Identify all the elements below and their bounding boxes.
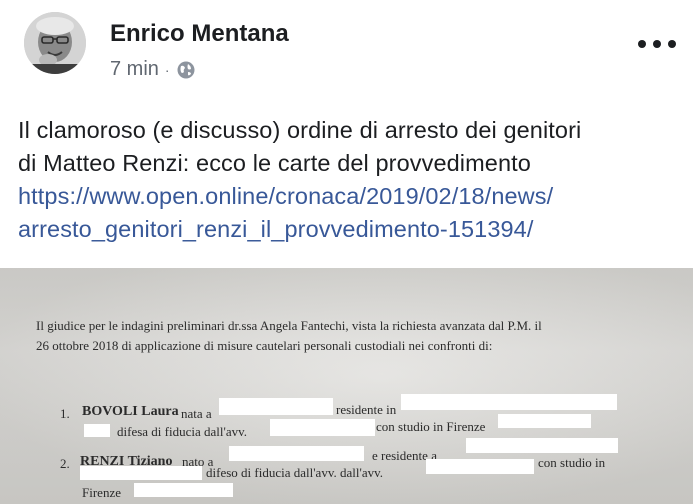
document-text: 1.	[60, 406, 70, 421]
post-text-line: di Matteo Renzi: ecco le carte del provv…	[18, 150, 531, 176]
attached-photo[interactable]: Il giudice per le indagini preliminari d…	[0, 268, 693, 504]
document-text: 2.	[60, 456, 70, 471]
document-text: Firenze	[82, 485, 121, 500]
document-text: con studio in Firenze	[376, 419, 486, 434]
more-options-icon[interactable]	[638, 30, 676, 58]
document-text: difesa di fiducia dall'avv.	[117, 424, 248, 439]
profile-photo-icon	[24, 12, 86, 74]
redaction-box	[80, 466, 202, 480]
post-link[interactable]: https://www.open.online/cronaca/2019/02/…	[18, 180, 688, 213]
post-link[interactable]: arresto_genitori_renzi_il_provvedimento-…	[18, 213, 688, 246]
redaction-box	[229, 446, 364, 461]
document-text: nata a	[181, 406, 212, 421]
document-text: Il giudice per le indagini preliminari d…	[36, 318, 542, 333]
redaction-box	[466, 438, 618, 453]
globe-icon[interactable]	[176, 60, 196, 80]
post-meta: 7 min ·	[110, 58, 196, 81]
document-text: difeso di fiducia dall'avv. dall'avv.	[206, 465, 383, 480]
post-timestamp[interactable]: 7 min	[110, 58, 159, 81]
redaction-box	[401, 394, 617, 410]
document-text: BOVOLI Laura	[82, 404, 179, 419]
redaction-box	[270, 419, 375, 436]
post-author-name[interactable]: Enrico Mentana	[110, 20, 289, 48]
redaction-box	[84, 424, 110, 437]
avatar[interactable]	[24, 12, 86, 74]
meta-separator: ·	[164, 61, 170, 78]
redaction-box	[134, 483, 233, 497]
document-text: residente in	[336, 402, 397, 417]
document-text: 26 ottobre 2018 di applicazione di misur…	[36, 338, 493, 353]
redaction-box	[498, 414, 591, 428]
document-text: con studio in	[538, 455, 606, 470]
redaction-box	[426, 459, 534, 474]
redaction-box	[219, 398, 333, 415]
post-text-line: Il clamoroso (e discusso) ordine di arre…	[18, 117, 582, 143]
post-body: Il clamoroso (e discusso) ordine di arre…	[18, 114, 688, 246]
